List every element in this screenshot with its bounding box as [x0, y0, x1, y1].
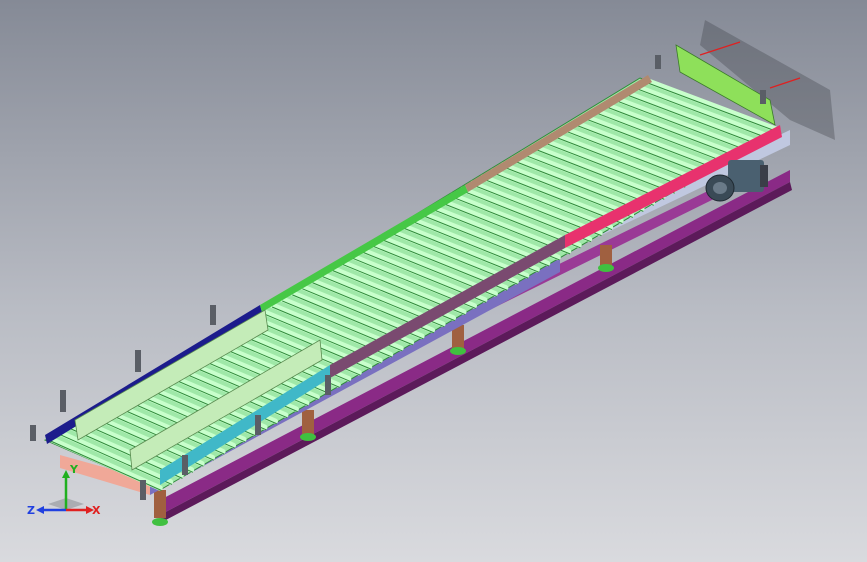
conveyor-model-drawing [30, 20, 835, 526]
z-axis-arrow [36, 506, 44, 514]
cad-3d-viewport[interactable]: X Y Z [0, 0, 867, 562]
view-orientation-triad: X Y Z [26, 464, 106, 524]
triad-z-label: Z [27, 504, 35, 517]
triad-x-label: X [92, 504, 101, 517]
y-axis-arrow [62, 470, 70, 478]
triad-y-label: Y [70, 463, 78, 476]
